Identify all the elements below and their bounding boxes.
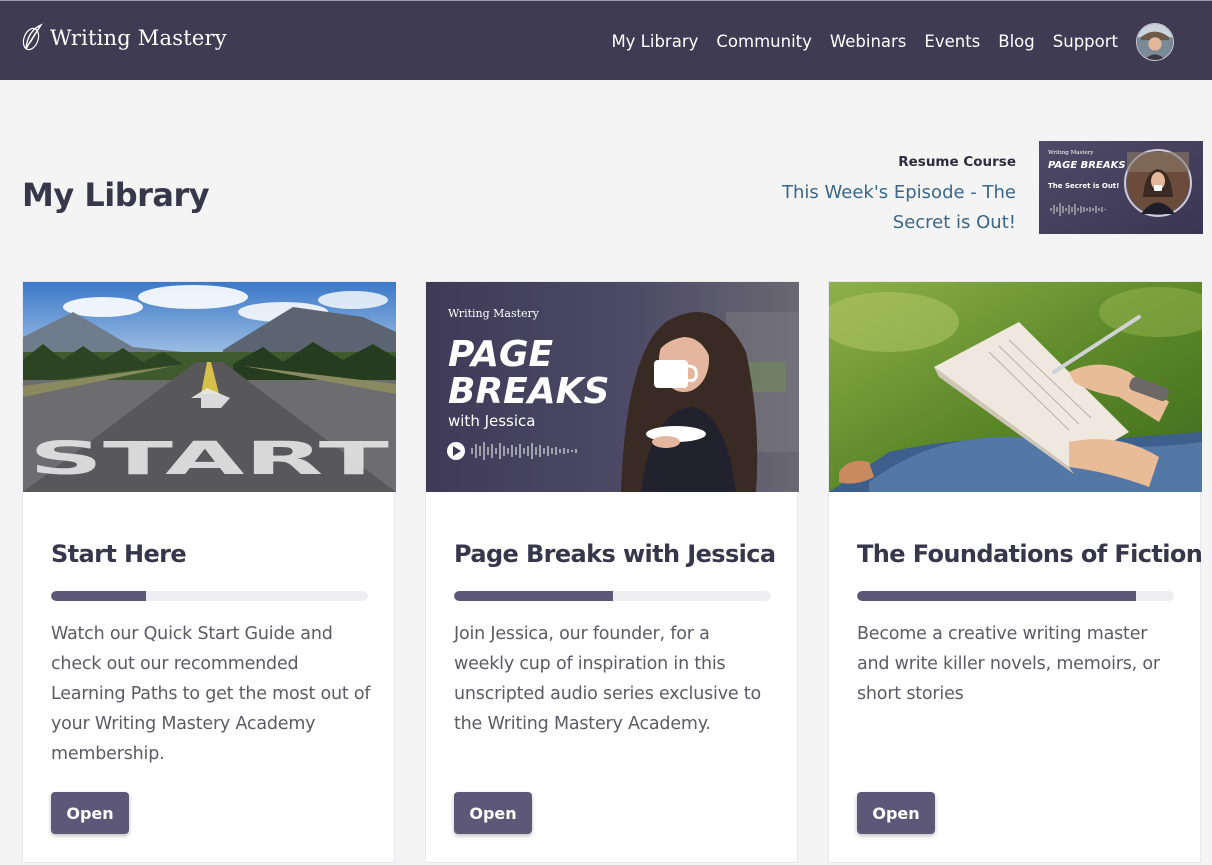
nav-events[interactable]: Events	[924, 23, 980, 61]
thumb-subtitle: The Secret is Out!	[1048, 182, 1119, 190]
nav-community[interactable]: Community	[716, 23, 812, 61]
nav-my-library[interactable]: My Library	[611, 23, 698, 61]
course-progress-fill	[454, 591, 613, 601]
course-image-start-here[interactable]: START	[23, 282, 396, 492]
page-breaks-brand: Writing Mastery	[448, 307, 540, 320]
open-course-button[interactable]: Open	[51, 792, 129, 834]
course-description: Become a creative writing master and wri…	[857, 624, 1160, 704]
quill-icon	[22, 23, 43, 51]
main-nav: My Library Community Webinars Events Blo…	[593, 23, 1174, 61]
course-card-page-breaks: Writing Mastery PAGE BREAKS with Jessica…	[425, 281, 799, 863]
course-progress-fill	[857, 591, 1136, 601]
course-description: Watch our Quick Start Guide and check ou…	[51, 624, 371, 764]
page-breaks-title-line-1: PAGE	[448, 334, 553, 375]
thumb-title: PAGE BREAKS	[1048, 160, 1126, 171]
nav-blog[interactable]: Blog	[998, 23, 1034, 61]
thumb-brand: Writing Mastery	[1048, 150, 1094, 156]
course-card-start-here: START Start Here Watch our Quick Start G…	[22, 281, 396, 863]
page-title: My Library	[22, 176, 210, 214]
resume-course-thumbnail[interactable]: Writing Mastery PAGE BREAKS The Secret i…	[1039, 141, 1203, 234]
nav-webinars[interactable]: Webinars	[830, 23, 907, 61]
course-title: The Foundations of Fiction	[857, 540, 1203, 568]
course-title: Start Here	[51, 540, 187, 568]
course-progress-bar	[51, 591, 368, 601]
resume-course: Resume Course This Week's Episode - The …	[716, 154, 1016, 238]
open-course-button[interactable]: Open	[454, 792, 532, 834]
course-image-foundations[interactable]	[829, 282, 1202, 492]
play-icon	[447, 442, 465, 460]
start-road-text: START	[29, 431, 389, 484]
course-description: Join Jessica, our founder, for a weekly …	[454, 624, 761, 734]
open-course-button[interactable]: Open	[857, 792, 935, 834]
user-avatar[interactable]	[1136, 23, 1174, 61]
course-image-page-breaks[interactable]: Writing Mastery PAGE BREAKS with Jessica	[426, 282, 799, 492]
brand-logo-link[interactable]: Writing Mastery	[22, 23, 227, 53]
course-card-foundations-of-fiction: The Foundations of Fiction Become a crea…	[828, 281, 1203, 863]
course-progress-bar	[454, 591, 771, 601]
top-navigation-bar: Writing Mastery My Library Community Web…	[0, 0, 1212, 80]
resume-course-label: Resume Course	[898, 154, 1016, 170]
resume-course-link[interactable]: This Week's Episode - The Secret is Out!	[716, 178, 1016, 238]
course-progress-fill	[51, 591, 147, 601]
page-breaks-title-line-2: BREAKS	[448, 371, 609, 412]
resume-link-line-1: This Week's Episode - The	[782, 182, 1016, 203]
nav-support[interactable]: Support	[1053, 23, 1118, 61]
brand-name: Writing Mastery	[50, 26, 227, 50]
course-progress-bar	[857, 591, 1174, 601]
resume-link-line-2: Secret is Out!	[892, 212, 1016, 233]
course-title: Page Breaks with Jessica	[454, 540, 776, 568]
page-breaks-subtitle: with Jessica	[448, 412, 535, 430]
